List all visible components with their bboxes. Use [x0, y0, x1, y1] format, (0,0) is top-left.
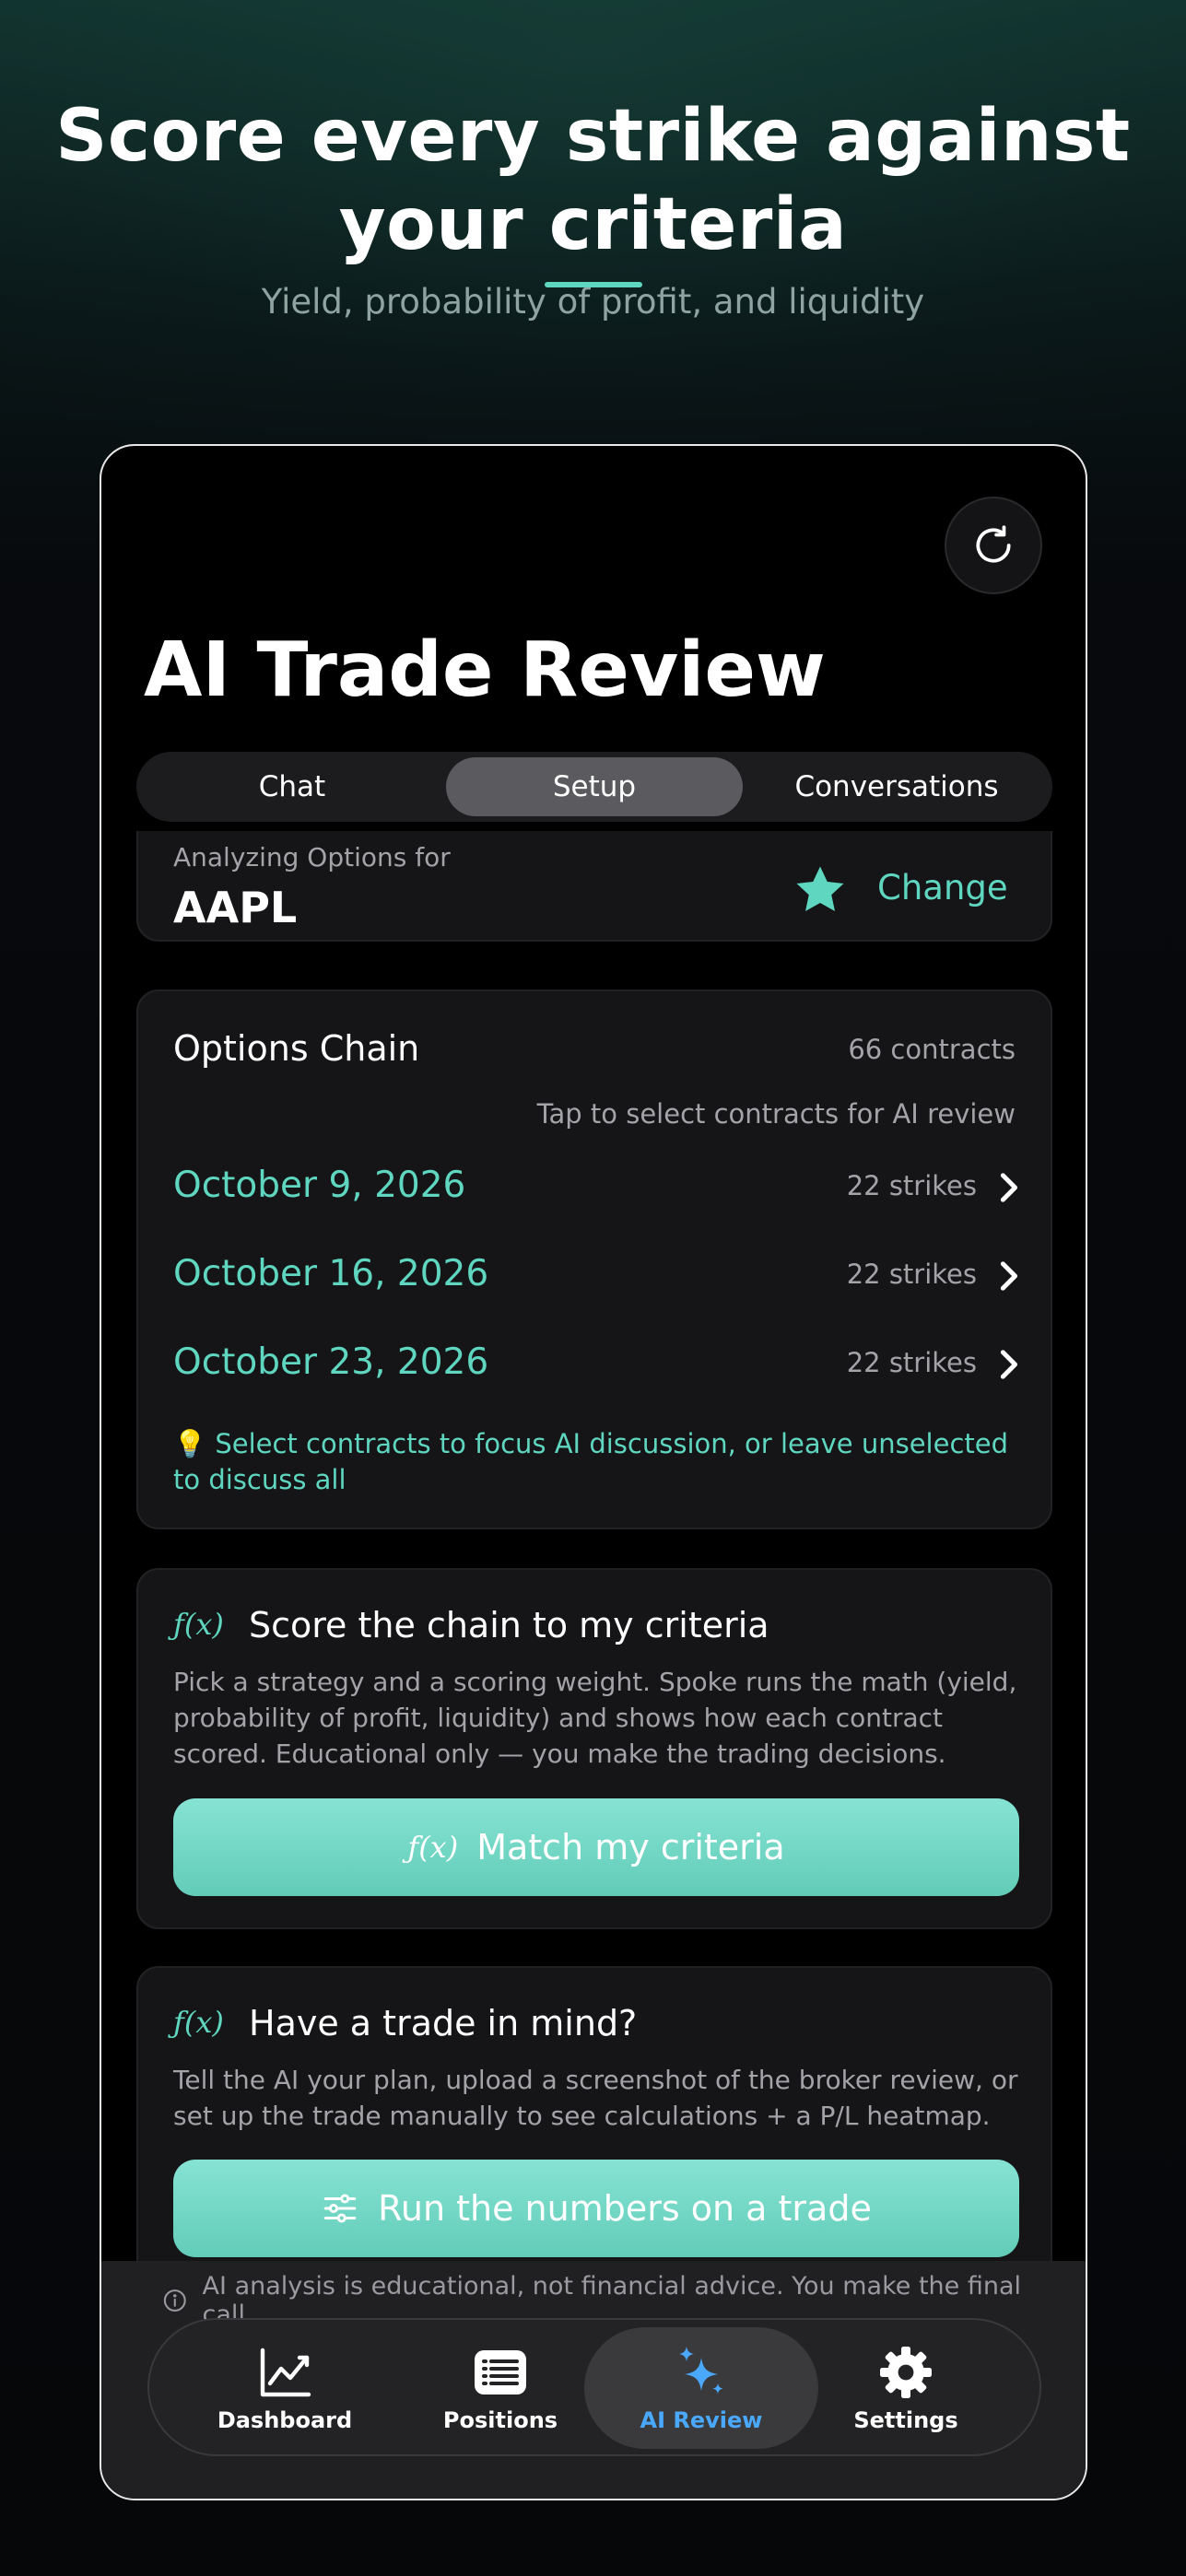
chart-icon: [260, 2348, 311, 2397]
expiration-date: October 23, 2026: [173, 1341, 489, 1383]
change-symbol-link[interactable]: Change: [877, 868, 1008, 907]
chevron-right-icon: [1000, 1173, 1018, 1202]
symbol-label: Analyzing Options for: [173, 842, 451, 872]
list-icon: [475, 2350, 526, 2395]
expiration-row[interactable]: October 16, 2026 22 strikes: [173, 1242, 1019, 1306]
score-chain-title: Score the chain to my criteria: [249, 1605, 769, 1645]
scroll-content[interactable]: Analyzing Options for AAPL Change Option…: [101, 831, 1086, 2261]
symbol-ticker: AAPL: [173, 883, 298, 932]
chevron-right-icon: [1000, 1261, 1018, 1291]
star-icon[interactable]: [793, 862, 848, 918]
options-chain-title: Options Chain: [173, 1028, 420, 1069]
info-icon: [163, 2289, 186, 2312]
expiration-date: October 9, 2026: [173, 1165, 466, 1206]
expiration-date: October 16, 2026: [173, 1253, 489, 1294]
function-icon: ƒ(x): [173, 1607, 224, 1642]
score-chain-description: Pick a strategy and a scoring weight. Sp…: [173, 1667, 1017, 1769]
trade-idea-title: Have a trade in mind?: [249, 2003, 638, 2043]
sparkles-icon: [679, 2347, 723, 2395]
hero-divider: [545, 282, 642, 287]
tab-positions-label: Positions: [442, 2407, 558, 2433]
chain-tip: 💡 Select contracts to focus AI discussio…: [173, 1428, 1009, 1495]
tab-positions[interactable]: Positions: [383, 2327, 617, 2449]
expiration-row[interactable]: October 9, 2026 22 strikes: [173, 1153, 1019, 1218]
match-criteria-label: Match my criteria: [476, 1827, 785, 1868]
bottom-bar-area: AI analysis is educational, not financia…: [101, 2261, 1086, 2499]
expiration-row[interactable]: October 23, 2026 22 strikes: [173, 1330, 1019, 1395]
function-icon: ƒ(x): [173, 2005, 224, 2040]
phone-screen: AI Trade Review Chat Setup Conversations…: [100, 444, 1087, 2500]
tab-setup[interactable]: Setup: [446, 757, 743, 816]
tab-conversations[interactable]: Conversations: [748, 757, 1045, 816]
tab-settings-label: Settings: [853, 2407, 958, 2433]
strikes-count: 22 strikes: [846, 1347, 977, 1378]
run-numbers-button[interactable]: Run the numbers on a trade: [173, 2160, 1019, 2257]
options-chain-hint: Tap to select contracts for AI review: [536, 1098, 1016, 1130]
tab-dashboard[interactable]: Dashboard: [168, 2327, 402, 2449]
tab-dashboard-label: Dashboard: [217, 2407, 353, 2433]
strikes-count: 22 strikes: [846, 1259, 977, 1290]
contracts-count: 66 contracts: [848, 1034, 1016, 1065]
tab-chat[interactable]: Chat: [144, 757, 440, 816]
symbol-card: Analyzing Options for AAPL Change: [136, 831, 1052, 942]
run-numbers-label: Run the numbers on a trade: [378, 2188, 872, 2229]
tab-ai-review-label: AI Review: [640, 2407, 763, 2433]
trade-idea-card: ƒ(x) Have a trade in mind? Tell the AI y…: [136, 1966, 1052, 2261]
options-chain-card: Options Chain 66 contracts Tap to select…: [136, 989, 1052, 1529]
hero-subtitle: Yield, probability of profit, and liquid…: [261, 282, 925, 322]
hero-title: Score every strike against your criteria: [0, 92, 1186, 269]
chevron-right-icon: [1000, 1350, 1018, 1379]
segmented-control: Chat Setup Conversations: [136, 752, 1052, 822]
sliders-icon: [323, 2194, 357, 2223]
score-chain-card: ƒ(x) Score the chain to my criteria Pick…: [136, 1568, 1052, 1929]
gear-icon: [880, 2347, 932, 2398]
match-criteria-button[interactable]: ƒ(x) Match my criteria: [173, 1798, 1019, 1896]
trade-idea-description: Tell the AI your plan, upload a screensh…: [173, 2065, 1018, 2131]
refresh-button[interactable]: [945, 497, 1042, 594]
hero-title-line-2: your criteria: [338, 183, 848, 266]
hero-title-line-1: Score every strike against: [55, 95, 1131, 178]
function-icon: ƒ(x): [407, 1830, 459, 1865]
strikes-count: 22 strikes: [846, 1170, 977, 1201]
tab-settings[interactable]: Settings: [789, 2327, 1023, 2449]
tab-bar: Dashboard Positions AI Review Settings: [147, 2318, 1041, 2456]
tab-ai-review[interactable]: AI Review: [584, 2327, 818, 2449]
screen-title: AI Trade Review: [144, 626, 826, 714]
refresh-icon: [976, 525, 1011, 563]
